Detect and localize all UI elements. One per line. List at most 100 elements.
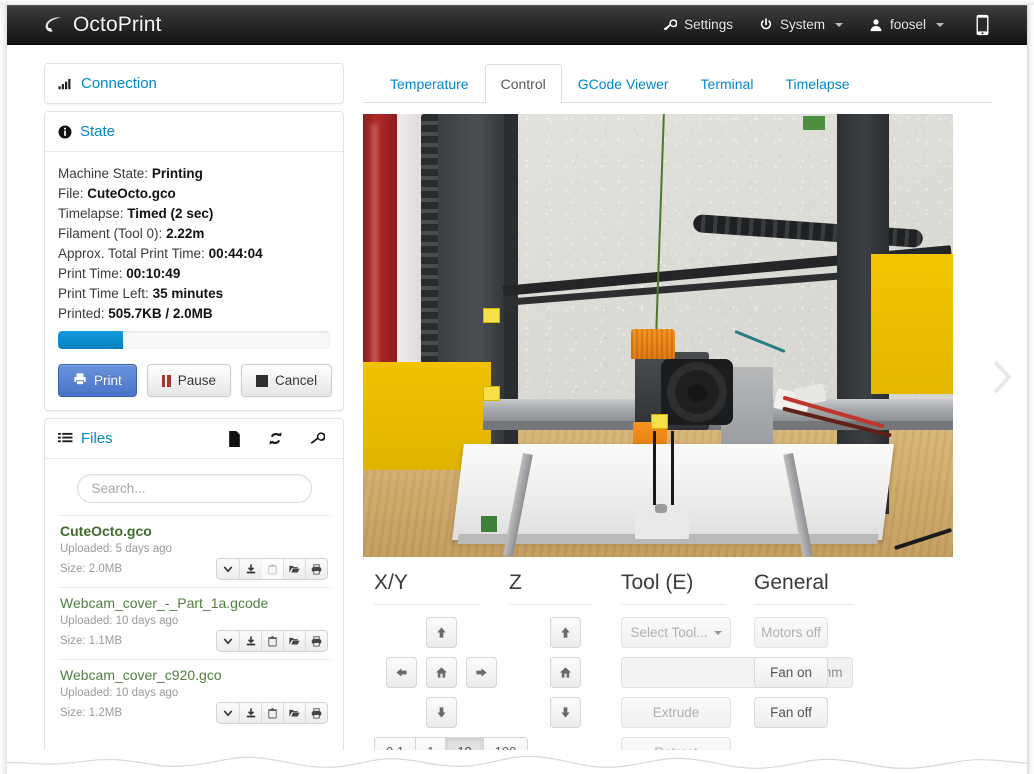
tab-temperature[interactable]: Temperature	[374, 64, 485, 103]
jog-y-minus-button[interactable]	[426, 697, 457, 728]
state-label-total-time: Approx. Total Print Time:	[58, 246, 205, 261]
fan-off-button[interactable]: Fan off	[754, 697, 828, 728]
control-title-z: Z	[509, 571, 522, 594]
panel-header-connection[interactable]: Connection	[45, 64, 343, 103]
state-label-file: File:	[58, 186, 84, 201]
panel-header-files[interactable]: Files	[45, 419, 343, 458]
main-content: Temperature Control GCode Viewer Termina…	[363, 62, 991, 774]
folder-open-icon[interactable]	[283, 631, 305, 651]
tab-gcode-viewer[interactable]: GCode Viewer	[562, 64, 685, 103]
control-panel: X/Y Z Tool (E) Select Tool... 5 mm Extru…	[363, 570, 991, 774]
pause-button[interactable]: Pause	[146, 364, 232, 397]
list-item[interactable]: Webcam_cover_c920.gco Uploaded: 10 days …	[58, 659, 330, 731]
divider	[754, 604, 854, 605]
folder-open-icon[interactable]	[283, 559, 305, 579]
print-button[interactable]: Print	[58, 364, 137, 397]
file-upload-icon[interactable]	[228, 430, 241, 447]
panel-files: Files Search... CuteOcto.gco Uploaded: 5…	[44, 418, 344, 754]
webcam-warning-sticker	[651, 414, 668, 429]
chevron-down-icon[interactable]	[217, 631, 239, 651]
stop-icon	[256, 374, 269, 387]
nav-label-settings: Settings	[684, 17, 733, 32]
cancel-button[interactable]: Cancel	[241, 364, 333, 397]
nav-item-user[interactable]: foosel	[856, 7, 957, 42]
file-name[interactable]: Webcam_cover_-_Part_1a.gcode	[60, 593, 328, 613]
list-item[interactable]: CuteOcto.gco Uploaded: 5 days ago Size: …	[58, 515, 330, 587]
extrude-amount-group: mm	[621, 657, 853, 688]
control-title-general: General	[754, 571, 829, 594]
mobile-icon	[975, 14, 990, 36]
panel-header-state[interactable]: State	[45, 112, 343, 151]
nav-item-system[interactable]: System	[746, 7, 856, 42]
chevron-down-icon[interactable]	[217, 559, 239, 579]
brand[interactable]: OctoPrint	[43, 13, 161, 37]
file-name[interactable]: Webcam_cover_c920.gco	[60, 665, 328, 685]
divider	[509, 604, 593, 605]
list-icon	[58, 432, 73, 445]
refresh-icon[interactable]	[268, 431, 283, 446]
extrude-button[interactable]: Extrude	[621, 697, 731, 728]
print-icon[interactable]	[305, 703, 327, 723]
webcam-stream[interactable]	[363, 114, 953, 557]
state-label-print-time-left: Print Time Left:	[58, 286, 149, 301]
print-icon[interactable]	[305, 631, 327, 651]
trash-icon[interactable]	[261, 703, 283, 723]
jog-z-minus-button[interactable]	[549, 697, 581, 728]
file-size: Size: 2.0MB	[60, 563, 122, 575]
panel-title-state: State	[80, 123, 116, 140]
state-label-timelapse: Timelapse:	[58, 206, 124, 221]
download-icon[interactable]	[239, 703, 261, 723]
trash-icon	[261, 559, 283, 579]
download-icon[interactable]	[239, 559, 261, 579]
webcam-yellow-right	[871, 254, 953, 394]
nav-item-settings[interactable]: Settings	[650, 7, 746, 42]
select-tool-label: Select Tool...	[630, 625, 708, 640]
fan-on-button[interactable]: Fan on	[754, 657, 828, 688]
state-value-total-time: 00:44:04	[208, 246, 263, 261]
nav-label-user: foosel	[889, 17, 926, 32]
brand-label: OctoPrint	[73, 12, 162, 36]
chevron-down-icon	[834, 22, 843, 27]
torn-bottom-edge	[0, 750, 1034, 774]
motors-off-button[interactable]: Motors off	[754, 617, 828, 648]
panel-title-connection: Connection	[81, 75, 157, 92]
panel-body-state: Machine State: Printing File: CuteOcto.g…	[45, 151, 343, 410]
chevron-right-icon[interactable]	[990, 360, 1014, 394]
file-actions	[216, 558, 328, 580]
state-value-printed: 505.7KB / 2.0MB	[108, 306, 213, 321]
list-item[interactable]: Webcam_cover_-_Part_1a.gcode Uploaded: 1…	[58, 587, 330, 659]
select-tool-dropdown[interactable]: Select Tool...	[621, 617, 731, 648]
state-line-print-time: Print Time: 00:10:49	[58, 264, 330, 284]
jog-y-plus-button[interactable]	[426, 617, 457, 648]
home-xy-button[interactable]	[426, 657, 457, 688]
nav-item-mobile[interactable]	[957, 4, 1003, 46]
chevron-down-icon[interactable]	[217, 703, 239, 723]
state-label-machine-state: Machine State:	[58, 166, 149, 181]
print-progress-fill	[58, 331, 124, 349]
webcam-green-block	[481, 516, 497, 532]
file-uploaded: Uploaded: 5 days ago	[60, 543, 172, 555]
home-z-button[interactable]	[549, 657, 581, 688]
download-icon[interactable]	[239, 631, 261, 651]
print-icon[interactable]	[305, 559, 327, 579]
motors-off-label: Motors off	[761, 625, 821, 640]
webcam-red-highlight	[371, 124, 378, 384]
webcam-warning-sticker	[483, 308, 500, 323]
tab-timelapse[interactable]: Timelapse	[769, 64, 865, 103]
webcam-cable-b	[671, 431, 674, 515]
folder-open-icon[interactable]	[283, 703, 305, 723]
trash-icon[interactable]	[261, 631, 283, 651]
control-title-tool: Tool (E)	[621, 571, 694, 594]
file-name[interactable]: CuteOcto.gco	[60, 521, 328, 541]
webcam-frame-left-inner	[504, 114, 518, 444]
tab-terminal[interactable]: Terminal	[685, 64, 770, 103]
jog-z-plus-button[interactable]	[549, 617, 581, 648]
webcam-fan-hub	[685, 382, 709, 404]
state-label-filament: Filament (Tool 0):	[58, 226, 163, 241]
search-input[interactable]	[76, 474, 312, 503]
jog-x-plus-button[interactable]	[466, 657, 497, 688]
webcam-cable-a	[653, 431, 656, 515]
jog-x-minus-button[interactable]	[386, 657, 417, 688]
tab-control[interactable]: Control	[484, 64, 562, 103]
wrench-icon[interactable]	[310, 431, 325, 446]
